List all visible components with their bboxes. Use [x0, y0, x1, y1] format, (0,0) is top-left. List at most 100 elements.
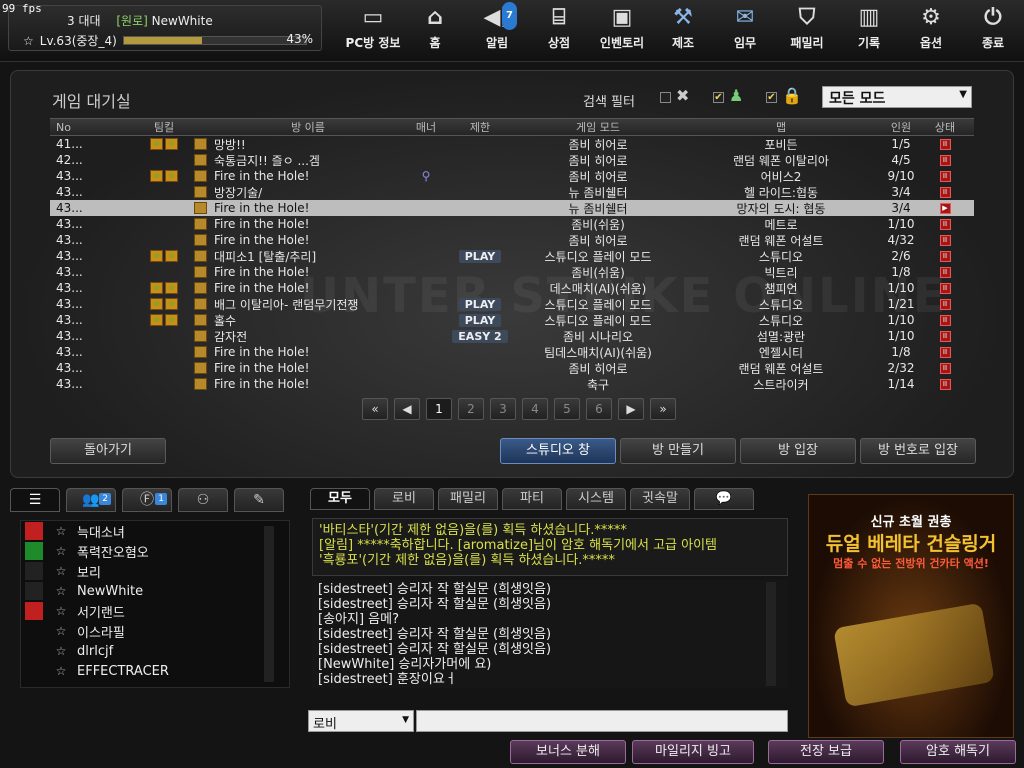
studio-button[interactable]: 스튜디오 창 — [500, 438, 616, 464]
room-mark — [188, 298, 212, 310]
friend-item[interactable]: ☆ 늑대소녀 — [21, 521, 289, 541]
nav-mission[interactable]: ✉ 임무 — [722, 4, 768, 56]
nav-options[interactable]: ⚙ 옵션 — [908, 4, 954, 56]
table-row[interactable]: 41... ☠ ☠ 망방!! 좀비 히어로 포비든 1/5 II — [50, 136, 974, 152]
col-manner[interactable]: 매너 — [402, 119, 450, 135]
friends-tabs: ☰ 👥 2 Ⓕ 1 ⚇ ✎ — [10, 488, 292, 514]
filter-checkbox-3[interactable]: ✔ — [766, 92, 777, 103]
pagination: « ◀ 1 2 3 4 5 6 ▶ » — [362, 398, 676, 420]
filter-checkbox-1[interactable] — [660, 92, 671, 103]
col-players[interactable]: 인원 — [876, 119, 926, 135]
enter-by-number-button[interactable]: 방 번호로 입장 — [860, 438, 976, 464]
page-title: 게임 대기실 — [52, 92, 131, 111]
page-button[interactable]: 6 — [586, 398, 612, 420]
tab-chat-party[interactable]: 파티 — [502, 488, 562, 510]
next-page-button[interactable]: ▶ — [618, 398, 644, 420]
col-map[interactable]: 맵 — [686, 119, 876, 135]
nav-pc-room[interactable]: ▭ PC방 정보 — [344, 4, 402, 56]
room-map: 엔젤시티 — [758, 345, 804, 360]
table-row[interactable]: 43... 감자전 EASY 2 좀비 시나리오 섬멸:광란 1/10 II — [50, 328, 974, 344]
tab-chat-system[interactable]: 시스템 — [566, 488, 626, 510]
friend-item[interactable]: ☆ dlrlcjf — [21, 641, 289, 661]
room-map: 랜덤 웨폰 어설트 — [738, 233, 824, 248]
xp-bar-fill — [123, 37, 203, 44]
table-row[interactable]: 43... Fire in the Hole! 좀비(쉬움) 빅트리 1/8 II — [50, 264, 974, 280]
promo-banner[interactable]: 신규 초월 권총 듀얼 베레타 건슬링거 멈출 수 없는 전방위 건카타 액션! — [808, 494, 1014, 738]
tab-friends[interactable]: 👥 2 — [66, 488, 116, 512]
tab-family[interactable]: Ⓕ 1 — [122, 488, 172, 512]
table-row[interactable]: 43... Fire in the Hole! 뉴 좀비쉘터 망자의 도시: 협동 3/… — [50, 200, 974, 216]
filter-checkbox-2[interactable]: ✔ — [713, 92, 724, 103]
tab-chat-lobby[interactable]: 로비 — [374, 488, 434, 510]
page-button[interactable]: 2 — [458, 398, 484, 420]
col-limit[interactable]: 제한 — [450, 119, 510, 135]
friend-item[interactable]: ☆ 이스라필 — [21, 621, 289, 641]
col-name[interactable]: 방 이름 — [212, 119, 402, 135]
nav-inventory[interactable]: ▣ 인벤토리 — [594, 4, 650, 56]
mode-select[interactable]: 모든 모드 ▼ — [822, 86, 972, 108]
profile-panel[interactable]: 3 대대 [원로] NewWhite ☆ Lv.63(중장_4) 43% — [8, 5, 322, 51]
chat-channel-select[interactable]: 로비 ▼ — [308, 710, 414, 732]
tab-memo[interactable]: ✎ — [234, 488, 284, 512]
table-row[interactable]: 43... ☠ ☠ 대피소1 [탈출/추리] PLAY 스튜디오 플레이 모드 스튜디오 2/… — [50, 248, 974, 264]
chat-scrollbar[interactable] — [766, 582, 776, 686]
create-room-button[interactable]: 방 만들기 — [620, 438, 736, 464]
bonus-disassemble-button[interactable]: 보너스 분해 — [510, 740, 626, 764]
table-row[interactable]: 43... ☠ ☠ Fire in the Hole! ⚲ 좀비 히어로 어비스2 9/10 I… — [50, 168, 974, 184]
page-button[interactable]: 4 — [522, 398, 548, 420]
page-button[interactable]: 1 — [426, 398, 452, 420]
table-row[interactable]: 43... ☠ ☠ 홀수 PLAY 스튜디오 플레이 모드 스튜디오 1/10 II — [50, 312, 974, 328]
last-page-button[interactable]: » — [650, 398, 676, 420]
chat-line: [송아지] 음메? — [318, 612, 399, 627]
friend-list-scrollbar[interactable] — [264, 526, 274, 682]
tab-party[interactable]: ⚇ — [178, 488, 228, 512]
tab-friend-list[interactable]: ☰ — [10, 488, 60, 512]
friend-item[interactable]: ☆ EFFECTRACER — [21, 661, 289, 681]
back-button[interactable]: 돌아가기 — [50, 438, 166, 464]
page-button[interactable]: 3 — [490, 398, 516, 420]
chat-line: [sidestreet] 승리자 작 할실문 (희생잇음) — [318, 627, 552, 642]
table-row[interactable]: 43... Fire in the Hole! 팀데스매치(AI)(쉬움) 엔젤시티 1… — [50, 344, 974, 360]
nav-craft[interactable]: ⚒ 제조 — [660, 4, 706, 56]
friend-item[interactable]: ☆ NewWhite — [21, 581, 289, 601]
tab-chat-emote[interactable]: 💬 — [694, 488, 754, 510]
table-row[interactable]: 43... ☠ ☠ 배그 이탈리아- 랜덤무기전쟁 PLAY 스튜디오 플레이 모드 스튜디… — [50, 296, 974, 312]
rank-icon: ☆ — [55, 664, 67, 678]
chat-input[interactable] — [416, 710, 788, 732]
col-no[interactable]: No — [50, 121, 140, 134]
page-button[interactable]: 5 — [554, 398, 580, 420]
nav-family[interactable]: ⛉ 패밀리 — [782, 4, 832, 56]
first-page-button[interactable]: « — [362, 398, 388, 420]
col-mode[interactable]: 게임 모드 — [510, 119, 686, 135]
room-mode: 좀비 시나리오 — [562, 329, 634, 344]
nav-records[interactable]: ▥ 기록 — [846, 4, 892, 56]
table-row[interactable]: 43... 방장기술/뉴 좀비쉘터 헬 라이드:협동 3/4 II — [50, 184, 974, 200]
room-status: II — [926, 218, 964, 230]
tab-chat-whisper[interactable]: 귓속말 — [630, 488, 690, 510]
nav-home[interactable]: ⌂ 홈 — [412, 4, 458, 56]
tab-chat-all[interactable]: 모두 — [310, 488, 370, 510]
friend-item[interactable]: ☆ 보리 — [21, 561, 289, 581]
tab-chat-family[interactable]: 패밀리 — [438, 488, 498, 510]
table-row[interactable]: 43... Fire in the Hole! 좀비 히어로 랜덤 웨폰 어설트 2/3… — [50, 360, 974, 376]
prev-page-button[interactable]: ◀ — [394, 398, 420, 420]
friend-item[interactable]: ☆ 서기랜드 — [21, 601, 289, 621]
table-row[interactable]: 43... ☠ ☠ Fire in the Hole! 데스매치(AI)(쉬움) 챔피언 1… — [50, 280, 974, 296]
table-row[interactable]: 43... Fire in the Hole! 축구 스트라이커 1/14 II — [50, 376, 974, 392]
col-status[interactable]: 상태 — [926, 119, 964, 135]
mileage-bingo-button[interactable]: 마일리지 빙고 — [632, 740, 754, 764]
table-row[interactable]: 42... 숙통금지!! 즐ㅇ ...겜 좀비 히어로 랜덤 웨폰 이탈리아 4/5 II — [50, 152, 974, 168]
nav-alerts[interactable]: ◀) 7 알림 — [474, 2, 520, 56]
home-icon: ⌂ — [427, 5, 443, 30]
nav-shop[interactable]: ⌸ 상점 — [536, 4, 582, 56]
col-teamkill[interactable]: 팀킬 — [140, 119, 188, 135]
table-row[interactable]: 43... Fire in the Hole! 좀비(쉬움) 메트로 1/10 II — [50, 216, 974, 232]
teamkill-icon: ☠ — [165, 282, 178, 294]
nav-exit[interactable]: ⏻ 종료 — [970, 4, 1016, 56]
table-row[interactable]: 43... Fire in the Hole! 좀비 히어로 랜덤 웨폰 어설트 4/3… — [50, 232, 974, 248]
list-icon: ☰ — [28, 492, 42, 508]
enter-room-button[interactable]: 방 입장 — [740, 438, 856, 464]
decoder-button[interactable]: 암호 해독기 — [900, 740, 1016, 764]
friend-item[interactable]: ☆ 폭력잔오혐오 — [21, 541, 289, 561]
battlefield-supply-button[interactable]: 전장 보급 — [768, 740, 884, 764]
